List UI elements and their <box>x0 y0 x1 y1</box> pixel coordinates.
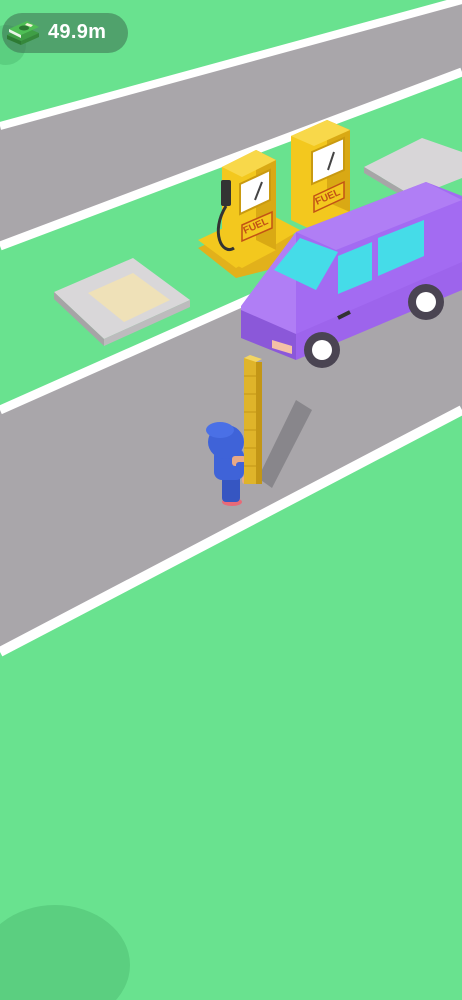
game-world: FUEL FUEL <box>0 0 462 1000</box>
money-counter[interactable]: 49.9m <box>2 13 128 53</box>
stack-front <box>244 358 256 484</box>
fuel-pump-left: FUEL <box>216 150 276 268</box>
cash-stack-icon <box>7 21 39 45</box>
game-scene[interactable]: FUEL FUEL 49.9m <box>0 0 462 1000</box>
money-value: 49.9m <box>48 21 107 43</box>
stack-side <box>256 362 262 484</box>
fuel-pump-right: FUEL <box>291 120 350 230</box>
worker-cap <box>206 422 234 438</box>
fuel-nozzle <box>221 180 231 206</box>
carried-fuel-stack <box>244 355 262 484</box>
